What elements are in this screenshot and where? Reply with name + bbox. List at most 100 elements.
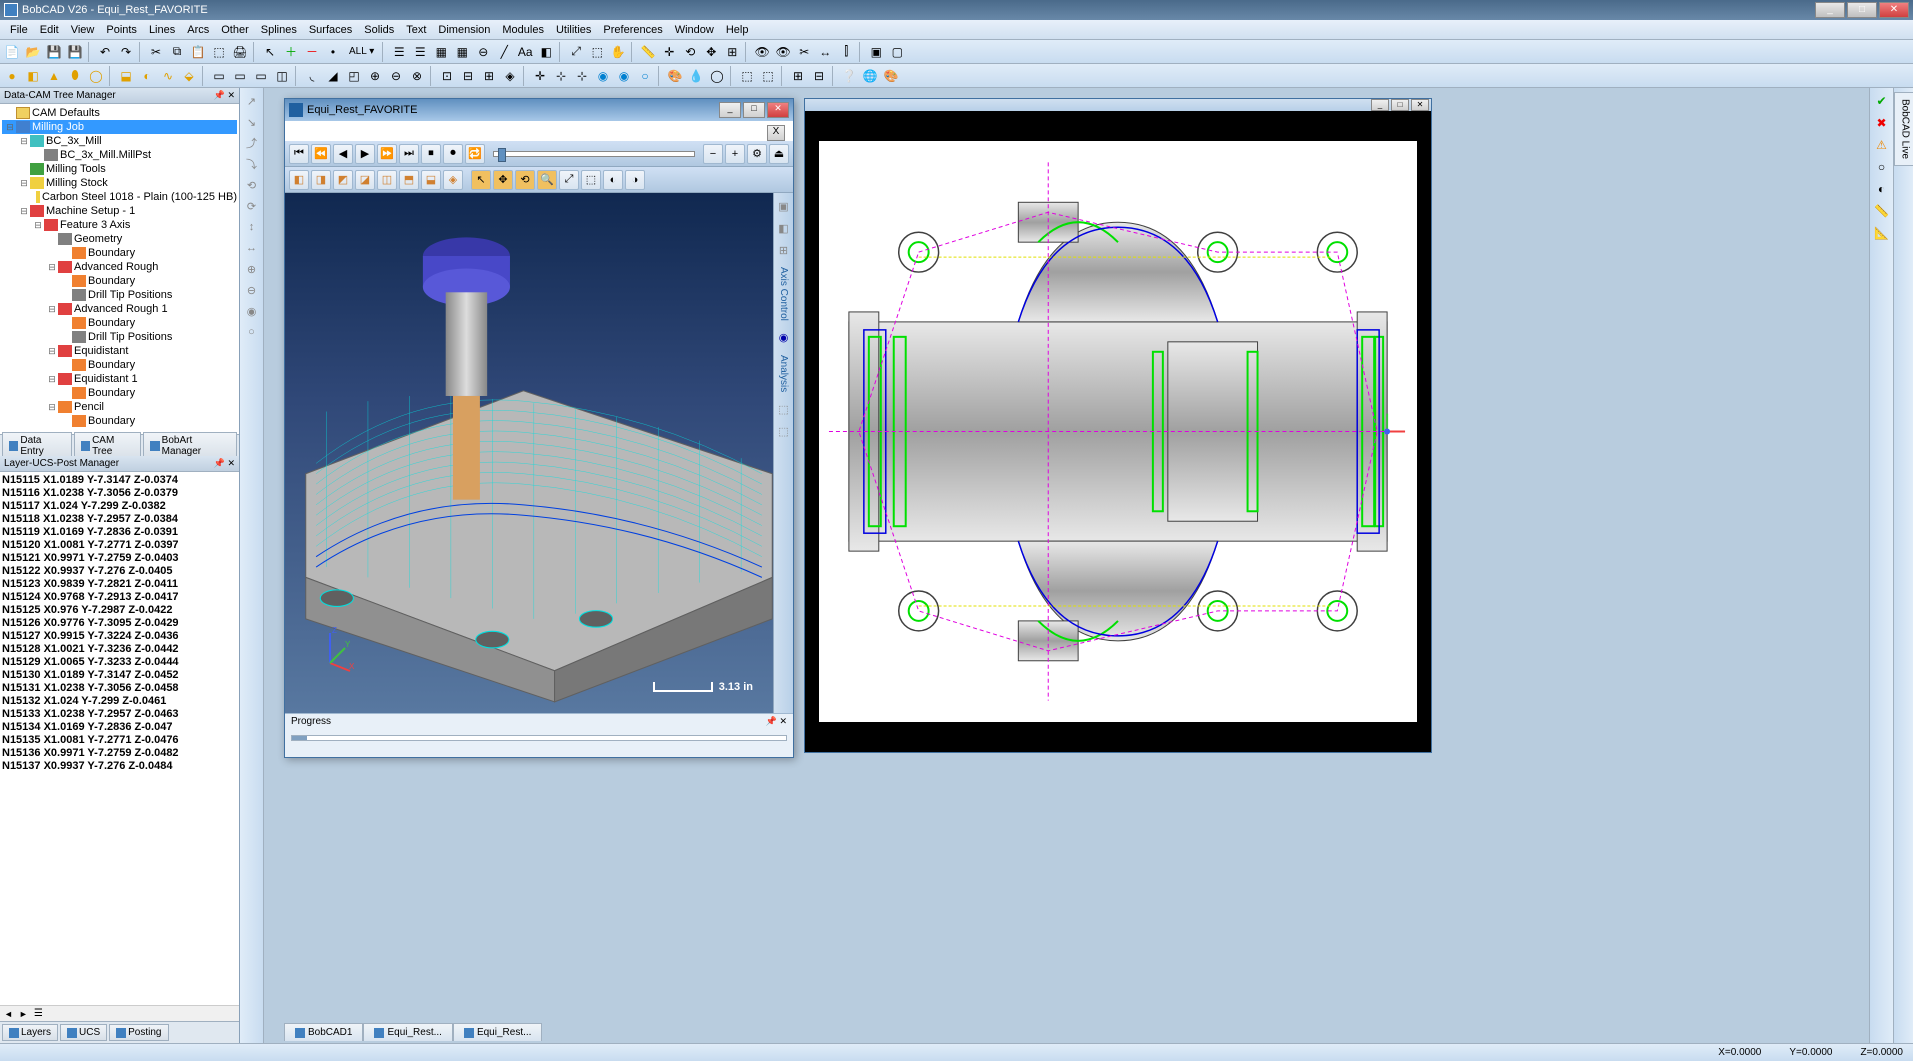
tree-node[interactable]: ⊟Milling Stock: [2, 176, 237, 190]
list-icon[interactable]: ☰: [34, 1008, 43, 1019]
view2-maximize-button[interactable]: □: [1391, 99, 1409, 111]
plane3-icon[interactable]: ▭: [251, 66, 271, 86]
vtool-2-icon[interactable]: ↘: [243, 113, 261, 131]
vtool-5-icon[interactable]: ⟲: [243, 176, 261, 194]
print-icon[interactable]: 🖨: [230, 42, 250, 62]
render-icon[interactable]: ◉: [593, 66, 613, 86]
intersect-icon[interactable]: ⊗: [407, 66, 427, 86]
point-select-icon[interactable]: •: [323, 42, 343, 62]
vtool-4-icon[interactable]: ⤵: [243, 155, 261, 173]
stop-icon[interactable]: ⏹: [421, 144, 441, 164]
tab-posting[interactable]: Posting: [109, 1024, 168, 1041]
all-dropdown[interactable]: ALL ▾: [344, 42, 379, 62]
subtract-icon[interactable]: ⊖: [386, 66, 406, 86]
cylinder-icon[interactable]: ⬮: [65, 66, 85, 86]
ucs3-icon[interactable]: ⊹: [572, 66, 592, 86]
doc-tab[interactable]: Equi_Rest...: [453, 1023, 542, 1041]
cube-view7-icon[interactable]: ⬓: [421, 170, 441, 190]
simulation-viewport[interactable]: Z X Y 3.13 in ▣ ◧ ⊞ Axis Control ◉ Analy…: [285, 193, 793, 713]
select-icon[interactable]: ⬚: [209, 42, 229, 62]
layer-icon[interactable]: ☰: [389, 42, 409, 62]
bobcad-live-tab[interactable]: BobCAD Live: [1894, 92, 1913, 166]
play-icon[interactable]: ▶: [355, 144, 375, 164]
expand-icon[interactable]: ⊟: [32, 220, 44, 231]
gcode-listing[interactable]: N15115 X1.0189 Y-7.3147 Z-0.0374N15116 X…: [0, 472, 239, 1005]
tree-node[interactable]: Boundary: [2, 358, 237, 372]
sim-side-btn-5[interactable]: ⬚: [775, 400, 793, 418]
trim-icon[interactable]: ✂: [794, 42, 814, 62]
step-back-icon[interactable]: ⏪: [311, 144, 331, 164]
pointer-icon[interactable]: ↖: [260, 42, 280, 62]
menu-modules[interactable]: Modules: [496, 22, 550, 38]
close-button[interactable]: ✕: [1879, 2, 1909, 18]
step-forward-icon[interactable]: ⏩: [377, 144, 397, 164]
new-icon[interactable]: 📄: [2, 42, 22, 62]
sim-inner-close-button[interactable]: X: [767, 125, 785, 141]
vtool-6-icon[interactable]: ⟳: [243, 197, 261, 215]
save-as-icon[interactable]: 💾: [65, 42, 85, 62]
sim-minimize-button[interactable]: _: [719, 102, 741, 118]
cut-icon[interactable]: ✂: [146, 42, 166, 62]
tree-node[interactable]: ⊟Advanced Rough: [2, 260, 237, 274]
doc-tab[interactable]: BobCAD1: [284, 1023, 363, 1041]
menu-splines[interactable]: Splines: [255, 22, 303, 38]
scroll-left-icon[interactable]: ◄: [4, 1009, 13, 1019]
material-icon[interactable]: 🎨: [665, 66, 685, 86]
grid-icon[interactable]: ▦: [431, 42, 451, 62]
grid2-icon[interactable]: ▦: [452, 42, 472, 62]
menu-text[interactable]: Text: [400, 22, 432, 38]
menu-utilities[interactable]: Utilities: [550, 22, 597, 38]
group-icon[interactable]: ⊞: [788, 66, 808, 86]
minimize-button[interactable]: _: [1815, 2, 1845, 18]
vtool-8-icon[interactable]: ↔: [243, 239, 261, 257]
sel-1-icon[interactable]: ↖: [471, 170, 491, 190]
expand-icon[interactable]: ⊟: [18, 136, 30, 147]
sel-box2-icon[interactable]: ⬚: [758, 66, 778, 86]
view2-minimize-button[interactable]: _: [1371, 99, 1389, 111]
zoom-window-icon[interactable]: ⬚: [587, 42, 607, 62]
world-icon[interactable]: 🌐: [860, 66, 880, 86]
menu-surfaces[interactable]: Surfaces: [303, 22, 358, 38]
tree-node[interactable]: ⊟Feature 3 Axis: [2, 218, 237, 232]
shade-icon[interactable]: ◉: [614, 66, 634, 86]
offset-icon[interactable]: ⫿: [836, 42, 856, 62]
cube-view2-icon[interactable]: ◨: [311, 170, 331, 190]
expand-icon[interactable]: ⊟: [46, 402, 58, 413]
maximize-button[interactable]: □: [1847, 2, 1877, 18]
plane-icon[interactable]: ▭: [209, 66, 229, 86]
text-icon[interactable]: Aa: [515, 42, 535, 62]
ungroup-icon[interactable]: ⊟: [809, 66, 829, 86]
sel-3-icon[interactable]: ⟲: [515, 170, 535, 190]
tree-node[interactable]: Drill Tip Positions: [2, 330, 237, 344]
fit-icon[interactable]: ⤢: [559, 170, 579, 190]
fillet-icon[interactable]: ◟: [302, 66, 322, 86]
sweep-icon[interactable]: ∿: [158, 66, 178, 86]
tree-node[interactable]: Milling Tools: [2, 162, 237, 176]
progress-bar[interactable]: [291, 735, 787, 741]
menu-window[interactable]: Window: [669, 22, 720, 38]
tree-node[interactable]: Boundary: [2, 274, 237, 288]
shell-icon[interactable]: ◰: [344, 66, 364, 86]
secondary-viewport[interactable]: [819, 141, 1417, 722]
menu-file[interactable]: File: [4, 22, 34, 38]
color-icon[interactable]: ◧: [536, 42, 556, 62]
view-side-icon[interactable]: ⊞: [479, 66, 499, 86]
menu-lines[interactable]: Lines: [143, 22, 181, 38]
menu-view[interactable]: View: [65, 22, 101, 38]
vtool-11-icon[interactable]: ◉: [243, 302, 261, 320]
boolean-icon[interactable]: ⊕: [365, 66, 385, 86]
move-icon[interactable]: ✥: [701, 42, 721, 62]
expand-icon[interactable]: ⊟: [46, 374, 58, 385]
tree-node[interactable]: ⊟Advanced Rough 1: [2, 302, 237, 316]
palette-icon[interactable]: 🎨: [881, 66, 901, 86]
pin-icon[interactable]: 📌 ✕: [214, 90, 235, 101]
ruler2-icon[interactable]: 📐: [1873, 224, 1891, 242]
pan-icon[interactable]: ✋: [608, 42, 628, 62]
tree-node[interactable]: ⊟Pencil: [2, 400, 237, 414]
menu-edit[interactable]: Edit: [34, 22, 65, 38]
menu-points[interactable]: Points: [100, 22, 143, 38]
loft-icon[interactable]: ⬙: [179, 66, 199, 86]
tree-node[interactable]: Geometry: [2, 232, 237, 246]
record-icon[interactable]: ⏺: [443, 144, 463, 164]
paste-icon[interactable]: 📋: [188, 42, 208, 62]
